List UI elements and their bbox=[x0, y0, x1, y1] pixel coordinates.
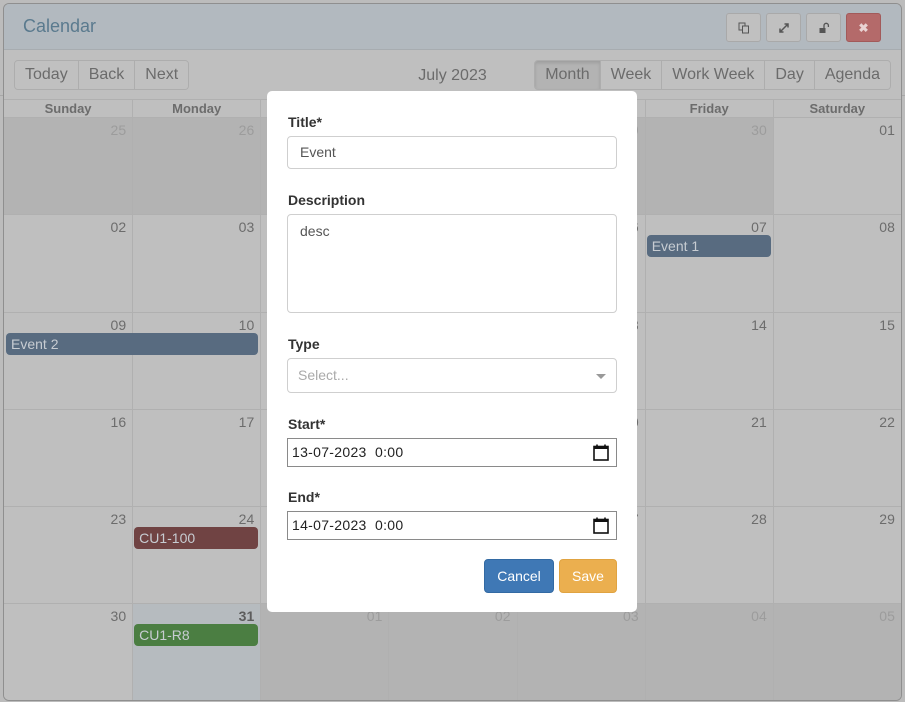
end-datetime-value: 14-07-2023 0:00 bbox=[292, 517, 404, 533]
weekday-monday: Monday bbox=[132, 100, 260, 117]
close-button[interactable]: ✖ bbox=[846, 13, 881, 42]
description-textarea[interactable]: desc bbox=[287, 214, 617, 313]
window-title: Calendar bbox=[23, 16, 97, 36]
description-label: Description bbox=[288, 192, 366, 208]
day-number[interactable]: 09 bbox=[111, 317, 127, 333]
day-cell[interactable]: 25 bbox=[4, 118, 133, 215]
day-cell[interactable]: 22 bbox=[772, 409, 901, 507]
day-cell[interactable]: 29 bbox=[772, 507, 901, 604]
weekday-friday: Friday bbox=[644, 100, 773, 117]
calendar-event[interactable]: Event 2 bbox=[6, 332, 259, 355]
day-number[interactable]: 21 bbox=[751, 414, 767, 430]
day-number[interactable]: 02 bbox=[111, 219, 127, 235]
day-number[interactable]: 10 bbox=[239, 317, 255, 333]
day-cell[interactable]: 02 bbox=[388, 604, 517, 700]
day-cell[interactable]: 03 bbox=[132, 215, 261, 312]
day-number[interactable]: 26 bbox=[239, 122, 255, 138]
day-cell[interactable]: 03 bbox=[516, 604, 645, 700]
view-switcher: Month Week Work Week Day Agenda bbox=[534, 60, 891, 90]
view-agenda-button[interactable]: Agenda bbox=[814, 61, 890, 89]
window-controls: ✖ bbox=[726, 13, 881, 42]
view-work-week-button[interactable]: Work Week bbox=[662, 61, 766, 89]
end-datetime-input[interactable]: 14-07-2023 0:00 bbox=[287, 511, 617, 540]
calendar-event[interactable]: CU1-R8 bbox=[134, 624, 259, 647]
day-cell[interactable]: 16 bbox=[4, 409, 133, 507]
start-label: Start* bbox=[288, 416, 326, 432]
day-cell[interactable]: 17 bbox=[132, 409, 261, 507]
lock-button[interactable] bbox=[806, 13, 841, 42]
view-week-button[interactable]: Week bbox=[600, 61, 663, 89]
day-cell-today[interactable]: 31 bbox=[132, 604, 261, 700]
day-cell[interactable]: 07 bbox=[644, 215, 773, 312]
day-cell[interactable]: 01 bbox=[772, 118, 901, 215]
day-number[interactable]: 14 bbox=[751, 317, 767, 333]
expand-icon bbox=[778, 22, 789, 33]
expand-button[interactable] bbox=[766, 13, 801, 42]
day-number[interactable]: 08 bbox=[879, 219, 895, 235]
day-cell[interactable]: 04 bbox=[644, 604, 773, 700]
event-dialog: Title* Event Description desc Type Selec… bbox=[267, 91, 637, 612]
day-cell[interactable]: 24 bbox=[132, 507, 261, 604]
copy-button[interactable] bbox=[726, 13, 761, 42]
week-row: 30 31 01 02 03 04 05 CU1-R8 bbox=[4, 603, 901, 700]
calendar-icon[interactable] bbox=[593, 517, 609, 534]
calendar-event[interactable]: CU1-100 bbox=[134, 527, 259, 550]
type-label: Type bbox=[288, 336, 320, 352]
day-number[interactable]: 17 bbox=[239, 414, 255, 430]
day-cell[interactable]: 05 bbox=[772, 604, 901, 700]
day-number[interactable]: 28 bbox=[751, 511, 767, 527]
type-select[interactable]: Select... bbox=[287, 358, 617, 393]
chevron-down-icon bbox=[596, 374, 606, 379]
day-cell[interactable]: 09 bbox=[4, 312, 133, 409]
day-number[interactable]: 25 bbox=[111, 122, 127, 138]
view-day-button[interactable]: Day bbox=[765, 61, 815, 89]
day-number[interactable]: 31 bbox=[239, 608, 255, 624]
day-cell[interactable]: 08 bbox=[772, 215, 901, 312]
title-input[interactable]: Event bbox=[287, 136, 617, 169]
unlock-icon bbox=[819, 22, 829, 33]
day-number[interactable]: 29 bbox=[879, 511, 895, 527]
type-select-placeholder: Select... bbox=[298, 367, 349, 383]
calendar-icon[interactable] bbox=[593, 444, 609, 461]
day-number[interactable]: 01 bbox=[879, 122, 895, 138]
weekday-sunday: Sunday bbox=[44, 101, 92, 116]
day-number[interactable]: 03 bbox=[239, 219, 255, 235]
day-number[interactable]: 04 bbox=[751, 608, 767, 624]
day-number[interactable]: 22 bbox=[879, 414, 895, 430]
day-cell[interactable]: 02 bbox=[4, 215, 133, 312]
view-month-button[interactable]: Month bbox=[535, 61, 601, 89]
day-cell[interactable]: 30 bbox=[4, 604, 133, 700]
start-datetime-input[interactable]: 13-07-2023 0:00 bbox=[287, 438, 617, 467]
day-cell[interactable]: 01 bbox=[260, 604, 389, 700]
cancel-button[interactable]: Cancel bbox=[484, 559, 554, 593]
day-number[interactable]: 30 bbox=[751, 122, 767, 138]
day-cell[interactable]: 10 bbox=[132, 312, 261, 409]
day-number[interactable]: 16 bbox=[111, 414, 127, 430]
calendar-event[interactable]: Event 1 bbox=[646, 235, 771, 258]
day-cell[interactable]: 15 bbox=[772, 312, 901, 409]
weekday-saturday: Saturday bbox=[772, 100, 901, 117]
day-cell[interactable]: 14 bbox=[644, 312, 773, 409]
copy-icon bbox=[738, 22, 749, 33]
day-cell[interactable]: 21 bbox=[644, 409, 773, 507]
start-datetime-value: 13-07-2023 0:00 bbox=[292, 444, 404, 460]
save-button[interactable]: Save bbox=[559, 559, 617, 593]
day-number[interactable]: 30 bbox=[111, 608, 127, 624]
day-number[interactable]: 05 bbox=[879, 608, 895, 624]
day-cell[interactable]: 28 bbox=[644, 507, 773, 604]
day-number[interactable]: 24 bbox=[239, 511, 255, 527]
day-number[interactable]: 23 bbox=[111, 511, 127, 527]
day-number[interactable]: 15 bbox=[879, 317, 895, 333]
day-cell[interactable]: 23 bbox=[4, 507, 133, 604]
title-label: Title* bbox=[288, 114, 322, 130]
day-cell[interactable]: 26 bbox=[132, 118, 261, 215]
end-label: End* bbox=[288, 489, 320, 505]
day-cell[interactable]: 30 bbox=[644, 118, 773, 215]
close-icon: ✖ bbox=[858, 20, 869, 35]
title-bar: Calendar ✖ bbox=[4, 4, 901, 50]
day-number[interactable]: 07 bbox=[751, 219, 767, 235]
